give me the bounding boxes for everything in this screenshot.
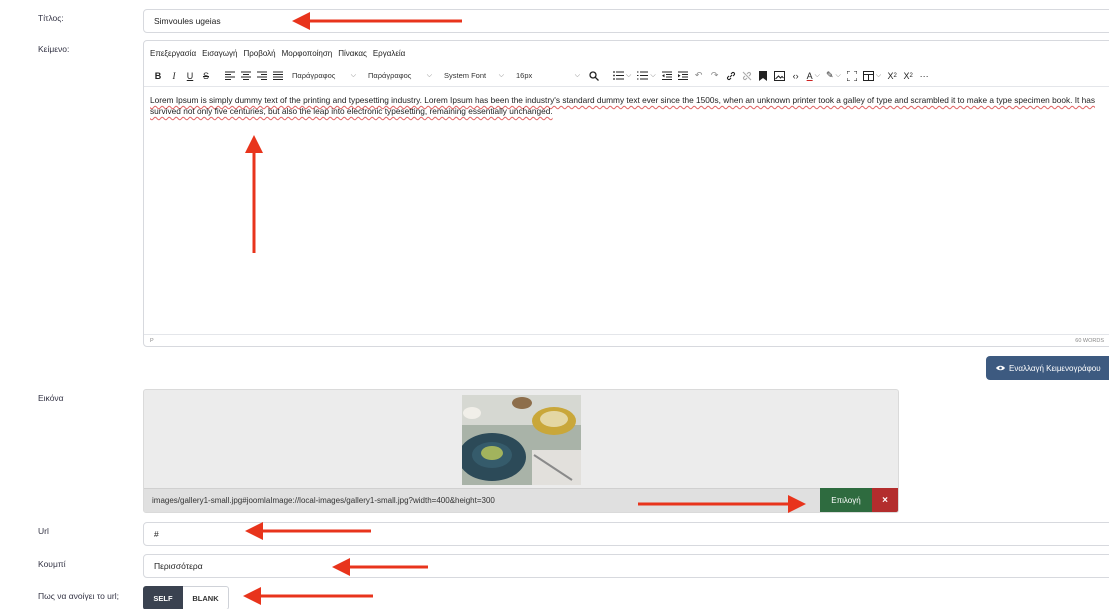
underline-button[interactable]: U (182, 67, 198, 85)
image-path-input[interactable]: images/gallery1-small.jpg#joomlaImage://… (144, 488, 898, 512)
image-icon[interactable] (771, 67, 788, 85)
image-field: images/gallery1-small.jpg#joomlaImage://… (143, 389, 899, 513)
strikethrough-button[interactable]: S (198, 67, 214, 85)
paragraph-format-select[interactable]: Παράγραφος ⌵ (362, 67, 438, 85)
font-size-select[interactable]: 16px ⌵ (510, 67, 586, 85)
word-count[interactable]: 60 WORDS (1075, 338, 1104, 344)
chevron-down-icon: ⌵ (426, 71, 432, 79)
undo-icon[interactable]: ↶ (691, 67, 707, 85)
chevron-down-icon: ⌵ (350, 71, 356, 79)
align-left-icon[interactable] (222, 67, 238, 85)
subscript-icon[interactable]: X2 (884, 67, 900, 85)
align-right-icon[interactable] (254, 67, 270, 85)
block-format-value: Παράγραφος (292, 71, 336, 80)
editor-paragraph: Lorem Ipsum is simply dummy text of the … (150, 95, 1095, 116)
block-format-select[interactable]: Παράγραφος ⌵ (286, 67, 362, 85)
chevron-down-icon: ⌵ (574, 71, 580, 79)
editor-toolbar: B I U S Παράγραφος ⌵ Παράγραφος ⌵ System F… (144, 65, 1109, 87)
code-icon[interactable]: ‹› (788, 67, 804, 85)
menu-tools[interactable]: Εργαλεία (373, 49, 405, 58)
link-icon[interactable] (723, 67, 739, 85)
editor-statusbar: P 60 WORDS (144, 334, 1109, 346)
more-icon[interactable]: ··· (916, 67, 932, 85)
unlink-icon[interactable] (739, 67, 755, 85)
toggle-editor-label: Εναλλαγή Κειμενογράφου (1009, 363, 1101, 373)
rich-text-editor: Επεξεργασία Εισαγωγή Προβολή Μορφοποίηση… (143, 40, 1109, 347)
indent-icon[interactable] (675, 67, 691, 85)
button-label: Κουμπί (38, 559, 66, 569)
menu-insert[interactable]: Εισαγωγή (202, 49, 237, 58)
toggle-editor-button[interactable]: Εναλλαγή Κειμενογράφου (986, 356, 1109, 380)
fullscreen-icon[interactable] (844, 67, 860, 85)
menu-view[interactable]: Προβολή (243, 49, 275, 58)
superscript-icon[interactable]: X2 (900, 67, 916, 85)
search-icon[interactable] (586, 67, 602, 85)
url-input[interactable]: # (143, 522, 1109, 546)
open-mode-label: Πως να ανοίγει το url; (38, 591, 119, 601)
chevron-down-icon: ⌵ (498, 71, 504, 79)
italic-button[interactable]: I (166, 67, 182, 85)
open-mode-radio-group: SELF BLANK (143, 586, 229, 609)
font-family-select[interactable]: System Font ⌵ (438, 67, 510, 85)
menu-table[interactable]: Πίνακας (338, 49, 367, 58)
redo-icon[interactable]: ↷ (707, 67, 723, 85)
clear-image-button[interactable]: × (872, 488, 898, 512)
table-icon[interactable]: ⌵ (860, 67, 884, 85)
highlight-color-icon[interactable]: ✎ ⌵ (823, 67, 844, 85)
align-justify-icon[interactable] (270, 67, 286, 85)
editor-content-area[interactable]: Lorem Ipsum is simply dummy text of the … (144, 87, 1109, 125)
menu-edit[interactable]: Επεξεργασία (150, 49, 196, 58)
element-path[interactable]: P (150, 338, 154, 344)
eye-icon (996, 364, 1005, 373)
menu-format[interactable]: Μορφοποίηση (282, 49, 333, 58)
text-color-icon[interactable]: A ⌵ (804, 67, 823, 85)
url-label: Url (38, 526, 49, 536)
font-family-value: System Font (444, 71, 487, 80)
numbered-list-icon[interactable]: ⌵ (634, 67, 658, 85)
title-input[interactable]: Simvoules ugeias (143, 9, 1109, 33)
font-size-value: 16px (516, 71, 533, 80)
text-label: Κείμενο: (38, 44, 70, 54)
open-mode-blank-option[interactable]: BLANK (183, 586, 229, 609)
paragraph-format-value: Παράγραφος (368, 71, 412, 80)
outdent-icon[interactable] (659, 67, 675, 85)
bookmark-icon[interactable] (755, 67, 771, 85)
open-mode-self-option[interactable]: SELF (143, 586, 183, 609)
image-label: Εικόνα (38, 393, 64, 403)
image-preview (462, 395, 581, 485)
title-label: Τίτλος: (38, 13, 64, 23)
editor-menubar: Επεξεργασία Εισαγωγή Προβολή Μορφοποίηση… (144, 41, 1109, 65)
select-image-button[interactable]: Επιλογή (820, 488, 872, 512)
align-center-icon[interactable] (238, 67, 254, 85)
button-text-input[interactable]: Περισσότερα (143, 554, 1109, 578)
bullet-list-icon[interactable]: ⌵ (610, 67, 634, 85)
bold-button[interactable]: B (150, 67, 166, 85)
arrow-to-open-mode-icon (243, 587, 373, 605)
